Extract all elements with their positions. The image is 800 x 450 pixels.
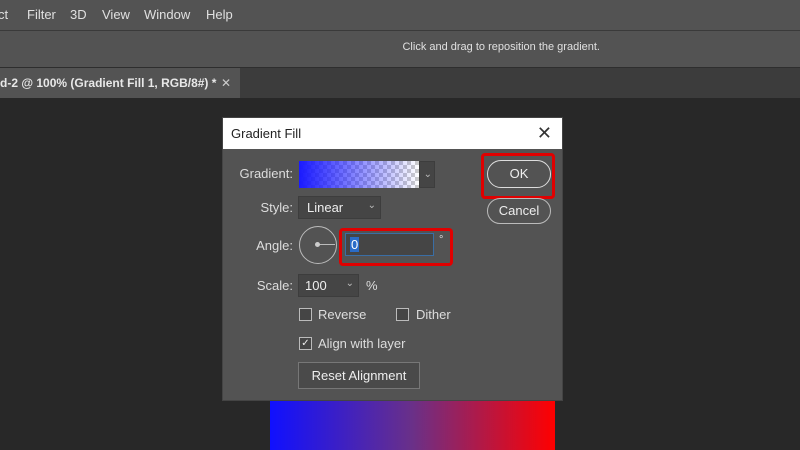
hint-text: Click and drag to reposition the gradien… bbox=[402, 41, 600, 53]
percent-symbol: % bbox=[366, 278, 378, 293]
menu-view[interactable]: View bbox=[102, 7, 130, 22]
cancel-label: Cancel bbox=[498, 203, 540, 218]
reverse-checkbox[interactable] bbox=[299, 308, 312, 321]
angle-input[interactable]: 0 bbox=[345, 233, 434, 256]
gradient-preview[interactable] bbox=[299, 161, 419, 188]
dialog-title: Gradient Fill bbox=[231, 126, 302, 141]
reset-label: Reset Alignment bbox=[311, 368, 407, 383]
scale-input[interactable]: 100 ⌄ bbox=[298, 274, 359, 297]
scale-label: Scale: bbox=[256, 278, 293, 293]
dither-label: Dither bbox=[416, 307, 451, 322]
reverse-label: Reverse bbox=[318, 307, 367, 322]
chevron-down-icon: ⌄ bbox=[423, 169, 432, 180]
tab-bar: d-2 @ 100% (Gradient Fill 1, RGB/8#) * ✕ bbox=[0, 68, 800, 98]
gradient-fill-dialog: Gradient Fill ✕ Gradient: ⌄ Style: Linear… bbox=[222, 117, 563, 401]
menu-window[interactable]: Window bbox=[144, 7, 190, 22]
chevron-down-icon: ⌄ bbox=[345, 278, 354, 289]
ok-label: OK bbox=[509, 166, 529, 181]
align-checkbox[interactable]: ✓ bbox=[299, 337, 312, 350]
degree-symbol: ° bbox=[439, 234, 444, 246]
style-select[interactable]: Linear ⌄ bbox=[298, 196, 381, 219]
align-label: Align with layer bbox=[318, 336, 406, 351]
menu-bar: ct Filter 3D View Window Help bbox=[0, 0, 800, 31]
angle-label: Angle: bbox=[256, 238, 293, 253]
document-tab[interactable]: d-2 @ 100% (Gradient Fill 1, RGB/8#) * ✕ bbox=[0, 68, 240, 98]
close-icon[interactable]: ✕ bbox=[537, 118, 552, 149]
ok-button[interactable]: OK bbox=[487, 160, 551, 188]
cancel-button[interactable]: Cancel bbox=[487, 198, 551, 224]
canvas-gradient bbox=[270, 398, 555, 450]
style-label: Style: bbox=[260, 200, 293, 215]
style-value: Linear bbox=[307, 200, 344, 215]
options-bar: Click and drag to reposition the gradien… bbox=[0, 31, 800, 68]
scale-value: 100 bbox=[305, 278, 327, 293]
tab-title: d-2 @ 100% (Gradient Fill 1, RGB/8#) * bbox=[0, 76, 217, 90]
angle-dial[interactable] bbox=[299, 226, 337, 264]
dither-checkbox[interactable] bbox=[396, 308, 409, 321]
dialog-titlebar: Gradient Fill ✕ bbox=[223, 118, 562, 149]
gradient-dropdown[interactable]: ⌄ bbox=[419, 161, 435, 188]
reset-alignment-button[interactable]: Reset Alignment bbox=[298, 362, 420, 389]
chevron-down-icon: ⌄ bbox=[367, 200, 376, 211]
menu-help[interactable]: Help bbox=[206, 7, 233, 22]
menu-filter[interactable]: Filter bbox=[27, 7, 56, 22]
gradient-label: Gradient: bbox=[239, 166, 293, 181]
menu-3d[interactable]: 3D bbox=[70, 7, 87, 22]
menu-select[interactable]: ct bbox=[0, 7, 8, 22]
close-icon[interactable]: ✕ bbox=[221, 68, 231, 98]
angle-value: 0 bbox=[350, 237, 360, 252]
